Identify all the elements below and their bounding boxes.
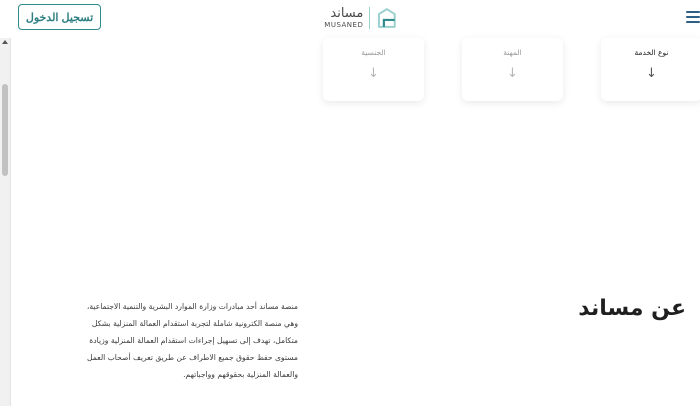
about-line: وهي منصة الكترونية شاملة لتجربة استقدام … [91, 319, 298, 328]
scrollbar-thumb[interactable] [2, 84, 8, 176]
header: تسجيل الدخول مساند MUSANED [0, 0, 700, 36]
about-title: عن مساند [578, 296, 686, 321]
musaned-logo[interactable]: مساند MUSANED [322, 5, 398, 31]
arrow-down-icon: ↓ [368, 66, 379, 81]
about-line: والعمالة المنزلية بحقوقهم وواجباتهم. [183, 370, 298, 379]
logo-text: مساند MUSANED [322, 6, 364, 30]
filter-service-type[interactable]: نوع الخدمة ↓ [601, 38, 700, 101]
about-line: منصة مساند أحد مبادرات وزارة الموارد الب… [86, 302, 298, 311]
hamburger-menu-icon[interactable] [686, 11, 700, 23]
vertical-scrollbar[interactable] [0, 38, 11, 406]
musaned-logo-icon [378, 8, 397, 28]
about-description: منصة مساند أحد مبادرات وزارة الموارد الب… [20, 298, 298, 383]
scroll-up-arrow-icon[interactable] [2, 40, 8, 44]
logo-arabic-text: مساند [330, 6, 364, 21]
filter-service-type-label: نوع الخدمة [634, 48, 669, 57]
logo-divider [369, 7, 371, 29]
filter-nationality[interactable]: الجنسية ↓ [323, 38, 424, 101]
arrow-down-icon: ↓ [646, 66, 657, 81]
filter-nationality-label: الجنسية [361, 48, 386, 57]
arrow-down-icon: ↓ [507, 66, 518, 81]
filter-profession[interactable]: المهنة ↓ [462, 38, 563, 101]
filter-profession-label: المهنة [503, 48, 522, 57]
logo-english-text: MUSANED [324, 21, 364, 29]
login-button[interactable]: تسجيل الدخول [18, 4, 101, 30]
about-line: متكامل، تهدف إلى تسهيل إجراءات استقدام ا… [89, 336, 298, 345]
about-line: مستوى حفظ حقوق جميع الاطراف عن طريق تعري… [87, 353, 298, 362]
